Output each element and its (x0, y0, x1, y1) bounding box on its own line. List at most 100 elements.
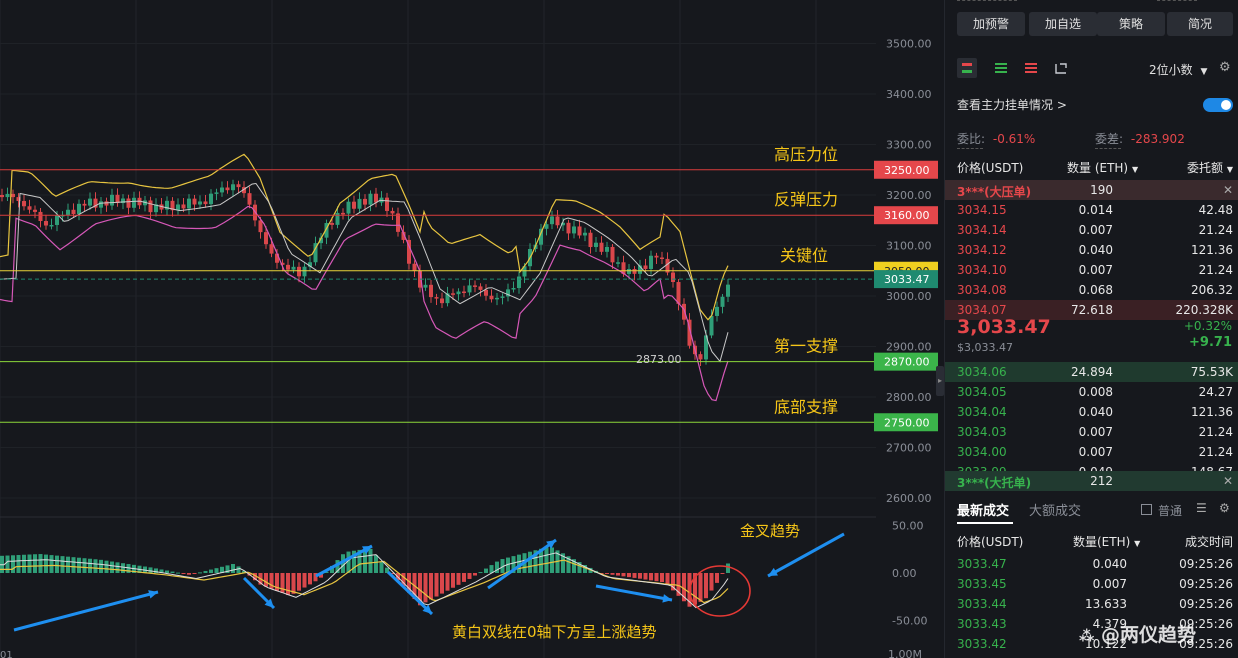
candle-body (176, 204, 180, 211)
trade-time: 09:25:26 (1179, 577, 1233, 591)
macd-bar (231, 564, 235, 573)
ask-qty: 0.014 (1078, 203, 1113, 217)
add-watchlist-button[interactable]: 加自选 (1029, 12, 1097, 36)
view-major-orders-link[interactable]: 查看主力挂单情况 > (957, 96, 1067, 113)
major-orders-toggle[interactable] (1203, 98, 1233, 112)
big-bid-row[interactable]: 3***(大托单) 212 ✕ (945, 471, 1238, 491)
macd-bar (77, 557, 81, 573)
candle-body (412, 263, 417, 271)
ask-qty: 0.040 (1078, 243, 1113, 257)
view-asks-icon[interactable] (1021, 58, 1041, 78)
level-annotation: 底部支撑 (774, 397, 838, 416)
candle-body (610, 246, 615, 263)
strategy-button[interactable]: 策略 (1097, 12, 1165, 36)
low-marker-label: 2873.00 (636, 353, 682, 366)
bid-row[interactable]: 3034.00 0.007 21.24 (945, 442, 1238, 462)
candle-body (49, 224, 54, 227)
macd-bar (698, 573, 703, 602)
macd-bar (104, 560, 109, 573)
macd-bar (170, 571, 175, 573)
change-pct: +0.32% (1183, 319, 1232, 333)
bid-row[interactable]: 3034.03 0.007 21.24 (945, 422, 1238, 442)
ask-amount: 121.36 (1191, 243, 1233, 257)
macd-bar (236, 566, 241, 573)
macd-bar (60, 556, 65, 573)
view-bids-icon[interactable] (991, 58, 1011, 78)
trade-qty-header[interactable]: 数量(ETH) ▼ (1073, 533, 1140, 550)
qty-header[interactable]: 数量 (ETH) ▼ (1067, 159, 1138, 176)
candle-body (71, 209, 76, 214)
big-bid-name: 3***(大托单) (957, 476, 1032, 490)
price-tick-label: 2800.00 (886, 391, 932, 404)
precision-select[interactable]: 2位小数 ▼ (1149, 61, 1207, 78)
bid-qty: 0.040 (1078, 405, 1113, 419)
tab-large-trades[interactable]: 大额成交 (1029, 500, 1081, 519)
price-tick-label: 3200.00 (886, 189, 932, 202)
kline-chart-svg[interactable]: 3500.00 3400.00 3300.00 3200.00 3100.00 3000.… (0, 0, 940, 658)
watermark-logo-icon: ⁂ (1079, 627, 1095, 645)
candle-body (511, 288, 516, 290)
bid-row[interactable]: 3034.06 24.894 75.53K (945, 362, 1238, 382)
candle-body (275, 253, 279, 263)
trend-arrow (767, 532, 845, 578)
candle-body (583, 232, 587, 236)
add-alert-button[interactable]: 加预警 (957, 12, 1025, 36)
depth-view-icon[interactable] (1051, 58, 1071, 78)
bid-qty: 24.894 (1071, 365, 1113, 379)
chevron-down-icon: ▼ (1200, 67, 1208, 77)
ask-row[interactable]: 3034.12 0.040 121.36 (945, 240, 1238, 260)
normal-checkbox[interactable] (1141, 504, 1152, 515)
tab-latest-trades[interactable]: 最新成交 (957, 500, 1009, 519)
amount-header[interactable]: 委托额 ▼ (1187, 159, 1233, 176)
ask-row[interactable]: 3034.10 0.007 21.24 (945, 260, 1238, 280)
level-tag-text: 3160.00 (884, 209, 930, 222)
macd-bar (434, 573, 439, 597)
candle-body (462, 291, 466, 294)
filter-icon[interactable]: ☰ (1196, 501, 1207, 515)
settings-icon[interactable]: ⚙ (1219, 501, 1230, 515)
candle-body (627, 269, 631, 274)
normal-label: 普通 (1158, 504, 1183, 518)
macd-bar (643, 573, 648, 580)
bid-row[interactable]: 3034.04 0.040 121.36 (945, 402, 1238, 422)
candle-body (467, 285, 472, 293)
overview-button[interactable]: 简况 (1167, 12, 1233, 36)
level-tag-text: 2870.00 (884, 356, 930, 369)
candle-body (27, 206, 32, 210)
close-icon[interactable]: ✕ (1223, 183, 1233, 197)
candle-body (671, 272, 675, 283)
diff-value: -283.902 (1130, 132, 1185, 146)
ask-row[interactable]: 3034.15 0.014 42.48 (945, 200, 1238, 220)
close-icon[interactable]: ✕ (1223, 474, 1233, 488)
price-tick-label: 3500.00 (886, 38, 932, 51)
big-ask-row[interactable]: 3***(大压单) 190 ✕ (945, 180, 1238, 200)
macd-bar (44, 554, 48, 573)
macd-bar (121, 563, 125, 573)
candle-body (374, 193, 378, 203)
bid-price: 3034.05 (957, 385, 1007, 399)
collapse-handle[interactable]: ▸ (936, 366, 944, 396)
kline-chart[interactable]: 3500.00 3400.00 3300.00 3200.00 3100.00 3000.… (0, 0, 940, 658)
candle-body (66, 209, 70, 215)
candle-body (605, 246, 609, 252)
bid-row[interactable]: 3034.05 0.008 24.27 (945, 382, 1238, 402)
candle-body (473, 285, 477, 287)
macd-bar (456, 573, 461, 585)
candle-body (110, 194, 114, 206)
settings-icon[interactable]: ⚙ (1219, 60, 1231, 75)
ask-row[interactable]: 3034.14 0.007 21.24 (945, 220, 1238, 240)
macd-annotation: 黄白双线在0轴下方呈上涨趋势 (452, 623, 657, 641)
candle-body (297, 266, 301, 277)
macd-bar (462, 573, 466, 582)
macd-bar (621, 573, 626, 577)
macd-bar (440, 573, 444, 594)
ask-row[interactable]: 3034.08 0.068 206.32 (945, 280, 1238, 300)
view-both-icon[interactable] (957, 58, 977, 78)
chevron-right-icon: > (1053, 98, 1067, 112)
bid-qty: 0.007 (1078, 445, 1113, 459)
trade-time: 09:25:26 (1179, 557, 1233, 571)
macd-bar (5, 555, 10, 573)
trend-arrow-shaft (767, 532, 845, 578)
candle-body (698, 354, 703, 360)
ask-price: 3034.12 (957, 243, 1007, 257)
